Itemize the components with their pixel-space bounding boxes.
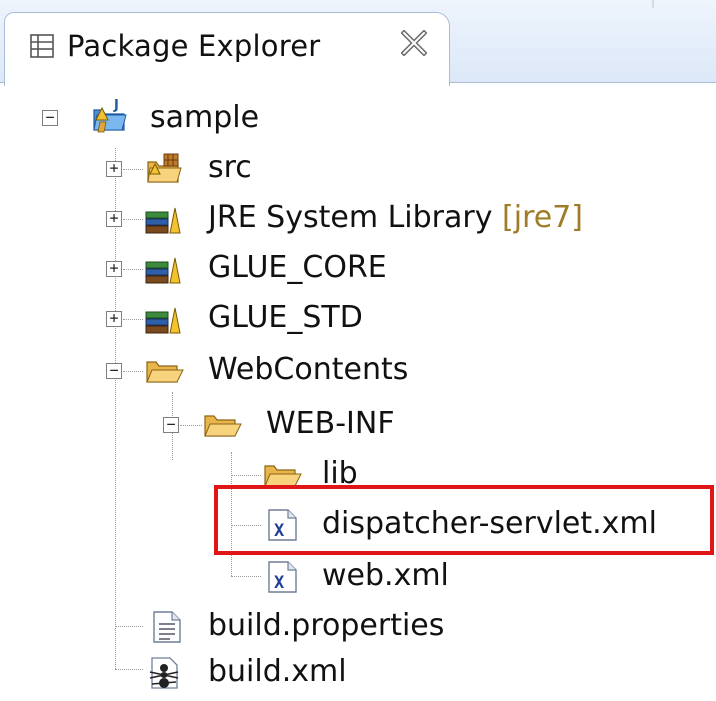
- source-folder-icon: [144, 152, 182, 186]
- divider: [652, 0, 654, 8]
- svg-text:J: J: [113, 98, 119, 113]
- tree-item-src[interactable]: src: [0, 144, 400, 192]
- library-icon: [144, 202, 181, 236]
- library-icon: [144, 302, 181, 336]
- folder-open-icon: [144, 354, 184, 388]
- tree-item-label: GLUE_STD: [208, 300, 363, 335]
- properties-file-icon: [150, 610, 184, 644]
- tree-item-label: src: [208, 150, 252, 185]
- library-icon: [144, 252, 181, 286]
- xml-file-icon: X: [266, 508, 300, 542]
- tree-item-dispatcher-servlet-xml[interactable]: X dispatcher-servlet.xml: [0, 500, 712, 548]
- tree-item-label: web.xml: [322, 558, 449, 593]
- package-explorer-icon: [29, 33, 55, 59]
- tree-item-label: dispatcher-servlet.xml: [322, 506, 657, 541]
- tree-item-label: build.xml: [208, 654, 347, 689]
- tree-item-label: GLUE_CORE: [208, 250, 387, 285]
- view-title: Package Explorer: [67, 29, 321, 63]
- tree-item-web-xml[interactable]: X web.xml: [0, 552, 449, 600]
- ant-build-file-icon: [144, 656, 179, 690]
- tree-item-label: WebContents: [208, 352, 409, 387]
- tree-item-glue-std[interactable]: GLUE_STD: [0, 294, 400, 342]
- package-tree: − + + + + − − J sample src JRE System Li…: [0, 82, 716, 701]
- tree-item-build-properties[interactable]: build.properties: [0, 602, 480, 650]
- library-name: JRE System Library: [208, 200, 493, 235]
- tree-item-label: WEB-INF: [266, 406, 395, 441]
- tree-item-lib[interactable]: lib: [0, 450, 440, 498]
- tree-item-glue-core[interactable]: GLUE_CORE: [0, 244, 400, 292]
- tree-item-jre-system-library[interactable]: JRE System Library [jre7]: [0, 194, 660, 242]
- java-project-icon: J: [88, 96, 128, 136]
- xml-file-icon: X: [266, 560, 300, 594]
- close-icon[interactable]: [400, 29, 428, 57]
- tree-item-label: sample: [150, 100, 260, 135]
- library-decoration: [jre7]: [502, 200, 584, 235]
- tree-item-label: JRE System Library [jre7]: [208, 198, 583, 238]
- tree-item-label: lib: [322, 456, 358, 491]
- folder-open-icon: [202, 408, 242, 442]
- svg-text:X: X: [274, 573, 285, 593]
- tree-item-webcontents[interactable]: WebContents: [0, 346, 440, 394]
- svg-text:X: X: [274, 521, 285, 541]
- tree-item-sample[interactable]: J sample: [0, 94, 400, 142]
- tree-item-label: build.properties: [208, 608, 445, 643]
- tree-item-web-inf[interactable]: WEB-INF: [0, 400, 440, 448]
- tree-item-build-xml[interactable]: build.xml: [0, 648, 400, 696]
- folder-open-icon: [262, 458, 302, 492]
- tab-package-explorer[interactable]: Package Explorer: [4, 12, 450, 86]
